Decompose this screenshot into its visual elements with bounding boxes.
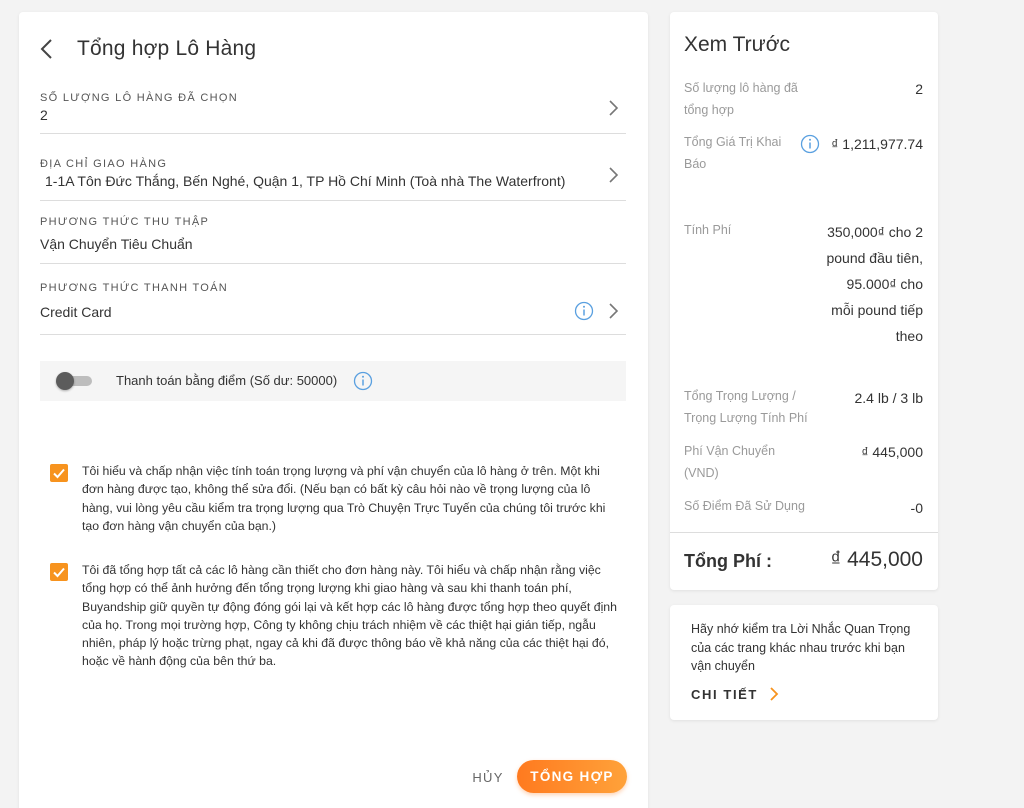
toggle-knob bbox=[56, 372, 74, 390]
divider bbox=[670, 532, 938, 533]
info-icon[interactable] bbox=[800, 134, 820, 154]
chevron-right-icon[interactable] bbox=[606, 166, 620, 184]
payment-method-label: PHƯƠNG THỨC THANH TOÁN bbox=[40, 282, 229, 294]
preview-row-label: Tổng Trọng Lượng / Trọng Lượng Tính Phí bbox=[684, 389, 808, 425]
preview-row-label: Số Điểm Đã Sử Dụng bbox=[684, 499, 805, 513]
check-icon bbox=[53, 567, 65, 578]
agreement-weight-text: Tôi hiểu và chấp nhận việc tính toán trọ… bbox=[82, 464, 606, 533]
agreement-consolidation-text: Tôi đã tổng hợp tất cả các lô hàng cần t… bbox=[82, 563, 617, 669]
quantity-value: 2 bbox=[40, 107, 48, 123]
page-header: Tổng hợp Lô Hàng bbox=[39, 36, 256, 62]
chevron-right-icon[interactable] bbox=[606, 99, 620, 117]
preview-row-value: 2.4 lb / 3 lb bbox=[854, 390, 924, 406]
agreement-consolidation-checkbox[interactable] bbox=[50, 563, 68, 581]
address-field[interactable]: ĐỊA CHỈ GIAO HÀNG 1-1A Tôn Đức Thắng, Bế… bbox=[40, 156, 626, 201]
page-title: Tổng hợp Lô Hàng bbox=[77, 37, 257, 60]
address-label: ĐỊA CHỈ GIAO HÀNG bbox=[40, 158, 168, 170]
preview-card: Xem Trước Số lượng lô hàng đã tổng hợp 2… bbox=[670, 12, 938, 590]
preview-title: Xem Trước bbox=[684, 33, 791, 56]
agreement-weight: Tôi hiểu và chấp nhận việc tính toán trọ… bbox=[50, 462, 640, 538]
preview-row-label: Số lượng lô hàng đã tổng hợp bbox=[684, 81, 798, 117]
info-icon[interactable] bbox=[353, 371, 373, 391]
preview-row-value: ₫ 445,000 bbox=[861, 444, 923, 460]
agreement-weight-checkbox[interactable] bbox=[50, 464, 68, 482]
total-fee-label: Tổng Phí : bbox=[684, 551, 772, 571]
consolidate-form-card: Tổng hợp Lô Hàng SỐ LƯỢNG LÔ HÀNG ĐÃ CHỌ… bbox=[19, 12, 648, 808]
preview-row-label: Phí Vận Chuyển (VND) bbox=[684, 444, 776, 480]
reminder-text: Hãy nhớ kiểm tra Lời Nhắc Quan Trọng của… bbox=[691, 622, 911, 673]
cancel-button[interactable]: HỦY bbox=[467, 764, 509, 790]
collection-method-field: PHƯƠNG THỨC THU THẬP Vận Chuyển Tiêu Chu… bbox=[40, 216, 626, 264]
back-arrow-icon[interactable] bbox=[39, 36, 61, 62]
preview-row-value: -0 bbox=[910, 500, 923, 516]
chevron-right-icon bbox=[768, 686, 780, 702]
pay-with-points-row: Thanh toán bằng điểm (Số dư: 50000) bbox=[40, 361, 626, 401]
total-fee-value: ₫ 445,000 bbox=[830, 548, 923, 571]
reminder-card: Hãy nhớ kiểm tra Lời Nhắc Quan Trọng của… bbox=[670, 605, 938, 720]
preview-row-label: Tổng Giá Trị Khai Báo bbox=[684, 135, 782, 171]
consolidate-button[interactable]: TỔNG HỢP bbox=[517, 760, 627, 793]
payment-method-field[interactable]: PHƯƠNG THỨC THANH TOÁN Credit Card bbox=[40, 282, 626, 335]
quantity-label: SỐ LƯỢNG LÔ HÀNG ĐÃ CHỌN bbox=[40, 92, 238, 104]
preview-row-value: 2 bbox=[915, 81, 923, 97]
address-value: 1-1A Tôn Đức Thắng, Bến Nghé, Quận 1, TP… bbox=[45, 173, 566, 189]
preview-row-label: Tính Phí bbox=[684, 223, 732, 237]
pay-with-points-toggle[interactable] bbox=[56, 372, 94, 390]
chevron-right-icon[interactable] bbox=[606, 302, 620, 320]
payment-method-value: Credit Card bbox=[40, 304, 112, 320]
collection-method-value: Vận Chuyển Tiêu Chuẩn bbox=[40, 236, 193, 252]
pay-with-points-label: Thanh toán bằng điểm (Số dư: 50000) bbox=[116, 373, 338, 388]
collection-method-label: PHƯƠNG THỨC THU THẬP bbox=[40, 216, 210, 228]
agreement-consolidation: Tôi đã tổng hợp tất cả các lô hàng cần t… bbox=[50, 561, 640, 671]
quantity-field[interactable]: SỐ LƯỢNG LÔ HÀNG ĐÃ CHỌN 2 bbox=[40, 90, 626, 134]
details-link[interactable]: CHI TIẾT bbox=[691, 686, 780, 702]
preview-row-value: ₫ 1,211,977.74 bbox=[831, 136, 923, 152]
info-icon[interactable] bbox=[574, 301, 594, 321]
preview-row-value: 350,000₫ cho 2 pound đầu tiên, 95.000₫ c… bbox=[826, 224, 923, 344]
details-link-label: CHI TIẾT bbox=[691, 686, 758, 702]
check-icon bbox=[53, 468, 65, 479]
